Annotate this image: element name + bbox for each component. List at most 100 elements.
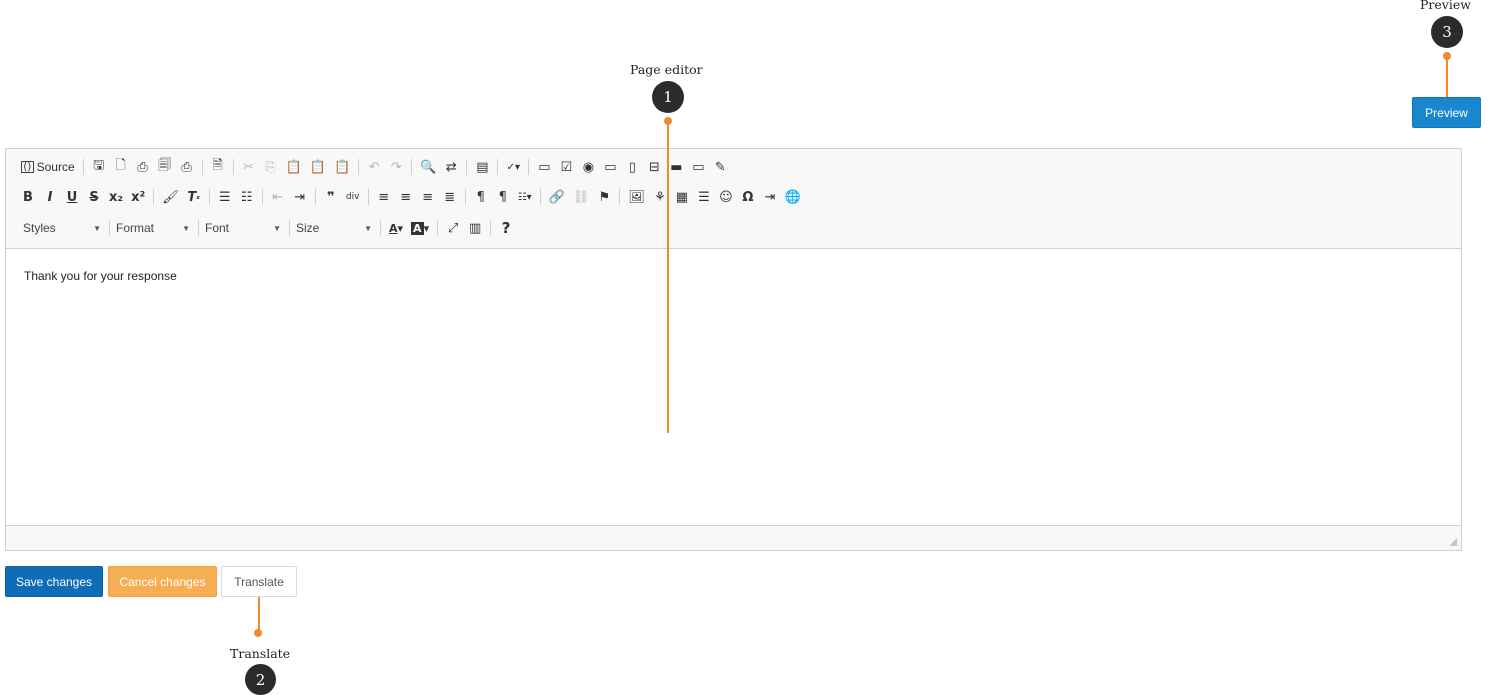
font-label: Font: [205, 221, 230, 235]
toolbar-separator: [466, 159, 468, 175]
toolbar-separator: [261, 189, 263, 205]
radio-icon[interactable]: ◉: [578, 156, 598, 178]
editor-content-text: Thank you for your response: [24, 269, 177, 283]
cancel-changes-button[interactable]: Cancel changes: [108, 566, 217, 597]
preview-button[interactable]: Preview: [1412, 97, 1481, 128]
align-justify-icon[interactable]: ≣: [440, 186, 460, 208]
text-direction-ltr-icon[interactable]: ¶: [471, 186, 491, 208]
superscript-icon[interactable]: x²: [128, 186, 148, 208]
iframe-globe-icon[interactable]: 🌐: [782, 186, 804, 208]
find-icon[interactable]: 🔍: [417, 156, 439, 178]
chevron-down-icon: ▼: [364, 223, 372, 233]
div-container-icon[interactable]: div: [343, 186, 363, 208]
export-pdf-icon[interactable]: ⎙: [133, 156, 153, 178]
toolbar-row-2: B I U S x₂ x² 🖌 Tₓ ☰ ☷ ⇤ ⇥ ❞ div ≡ ≡ ≡ ≣…: [17, 185, 805, 209]
undo-icon[interactable]: ↶: [364, 156, 384, 178]
print-icon[interactable]: ⎙: [177, 156, 197, 178]
checkbox-icon[interactable]: ☑: [556, 156, 576, 178]
replace-icon[interactable]: ⇄: [441, 156, 461, 178]
image-icon[interactable]: 🖼: [625, 186, 648, 208]
blockquote-icon[interactable]: ❞: [321, 186, 341, 208]
remove-format-icon[interactable]: Tₓ: [184, 186, 204, 208]
format-dropdown[interactable]: Format ▼: [114, 217, 194, 239]
paste-word-icon[interactable]: 📋: [331, 156, 353, 178]
button-field-icon[interactable]: ▬: [666, 156, 686, 178]
anchor-flag-icon[interactable]: ⚑: [594, 186, 614, 208]
templates-icon[interactable]: 🗎: [208, 156, 228, 178]
special-char-icon[interactable]: Ω: [738, 186, 758, 208]
styles-dropdown[interactable]: Styles ▼: [17, 217, 105, 239]
hidden-field-icon[interactable]: ✎: [710, 156, 730, 178]
form-icon[interactable]: ▭: [534, 156, 554, 178]
outdent-icon[interactable]: ⇤: [268, 186, 288, 208]
toolbar-separator: [358, 159, 360, 175]
text-color-icon[interactable]: A ▾: [386, 217, 406, 239]
toolbar-separator: [367, 189, 369, 205]
toolbar-separator: [153, 189, 155, 205]
language-icon[interactable]: ☷▾: [515, 186, 535, 208]
size-dropdown[interactable]: Size ▼: [294, 217, 376, 239]
copy-format-icon[interactable]: 🖌: [159, 186, 182, 208]
font-dropdown[interactable]: Font ▼: [203, 217, 285, 239]
unlink-icon[interactable]: ⛓: [570, 186, 593, 208]
italic-icon[interactable]: I: [40, 186, 60, 208]
chevron-down-icon: ▼: [273, 223, 281, 233]
text-field-icon[interactable]: ▭: [600, 156, 620, 178]
save-icon[interactable]: 🖫: [89, 156, 109, 178]
resize-grip-icon[interactable]: [1449, 538, 1457, 546]
underline-icon[interactable]: U: [62, 186, 82, 208]
toolbar-separator: [201, 159, 203, 175]
source-button[interactable]: ⟨⟩ Source: [18, 156, 78, 178]
preview-doc-icon[interactable]: 🗐: [155, 156, 175, 178]
toolbar-separator: [232, 159, 234, 175]
strikethrough-icon[interactable]: S: [84, 186, 104, 208]
editor-content-area[interactable]: Thank you for your response: [6, 248, 1461, 527]
toolbar-separator: [437, 220, 439, 236]
select-field-icon[interactable]: ⊟: [644, 156, 664, 178]
paste-icon[interactable]: 📋: [283, 156, 305, 178]
textarea-icon[interactable]: ▯: [622, 156, 642, 178]
numbered-list-icon[interactable]: ☰: [215, 186, 235, 208]
page-break-icon[interactable]: ⇥: [760, 186, 780, 208]
indent-icon[interactable]: ⇥: [290, 186, 310, 208]
annotation-preview-label: Preview: [1420, 0, 1471, 12]
translate-button[interactable]: Translate: [221, 566, 297, 597]
annotation-translate-dot: [254, 629, 262, 637]
help-icon[interactable]: ?: [496, 217, 516, 239]
image-button-icon[interactable]: ▭: [688, 156, 708, 178]
toolbar-separator: [208, 189, 210, 205]
select-all-icon[interactable]: ▤: [472, 156, 492, 178]
background-color-icon[interactable]: A ▾: [408, 217, 432, 239]
source-icon: ⟨⟩: [21, 161, 34, 173]
align-right-icon[interactable]: ≡: [418, 186, 438, 208]
copy-icon[interactable]: ⎘: [261, 156, 281, 178]
subscript-icon[interactable]: x₂: [106, 186, 126, 208]
format-label: Format: [116, 221, 155, 235]
toolbar-separator: [198, 220, 199, 236]
table-icon[interactable]: ▦: [672, 186, 692, 208]
annotation-page-editor-badge: 1: [652, 81, 684, 113]
new-page-icon[interactable]: 🗋: [111, 156, 131, 178]
chevron-down-icon: ▼: [93, 223, 101, 233]
redo-icon[interactable]: ↷: [386, 156, 406, 178]
text-direction-rtl-icon[interactable]: ¶: [493, 186, 513, 208]
toolbar-separator: [109, 220, 110, 236]
align-center-icon[interactable]: ≡: [396, 186, 416, 208]
paste-text-icon[interactable]: 📋: [307, 156, 329, 178]
save-changes-button[interactable]: Save changes: [5, 566, 103, 597]
annotation-preview-badge: 3: [1431, 16, 1463, 48]
page-editor: ⟨⟩ Source 🖫 🗋 ⎙ 🗐 ⎙ 🗎 ✂ ⎘ 📋 📋 📋 ↶ ↷ 🔍 ⇄: [5, 148, 1462, 551]
horizontal-rule-icon[interactable]: ☰: [694, 186, 714, 208]
show-blocks-icon[interactable]: ▥: [465, 217, 485, 239]
smiley-icon[interactable]: ☺: [716, 186, 736, 208]
toolbar-separator: [528, 159, 530, 175]
cut-icon[interactable]: ✂: [239, 156, 259, 178]
maximize-icon[interactable]: ⤢: [443, 217, 463, 239]
editor-status-bar: [6, 525, 1461, 550]
align-left-icon[interactable]: ≡: [374, 186, 394, 208]
bulleted-list-icon[interactable]: ☷: [237, 186, 257, 208]
link-icon[interactable]: 🔗: [546, 186, 568, 208]
spellcheck-icon[interactable]: ✓▾: [503, 156, 523, 178]
size-label: Size: [296, 221, 320, 235]
bold-icon[interactable]: B: [18, 186, 38, 208]
